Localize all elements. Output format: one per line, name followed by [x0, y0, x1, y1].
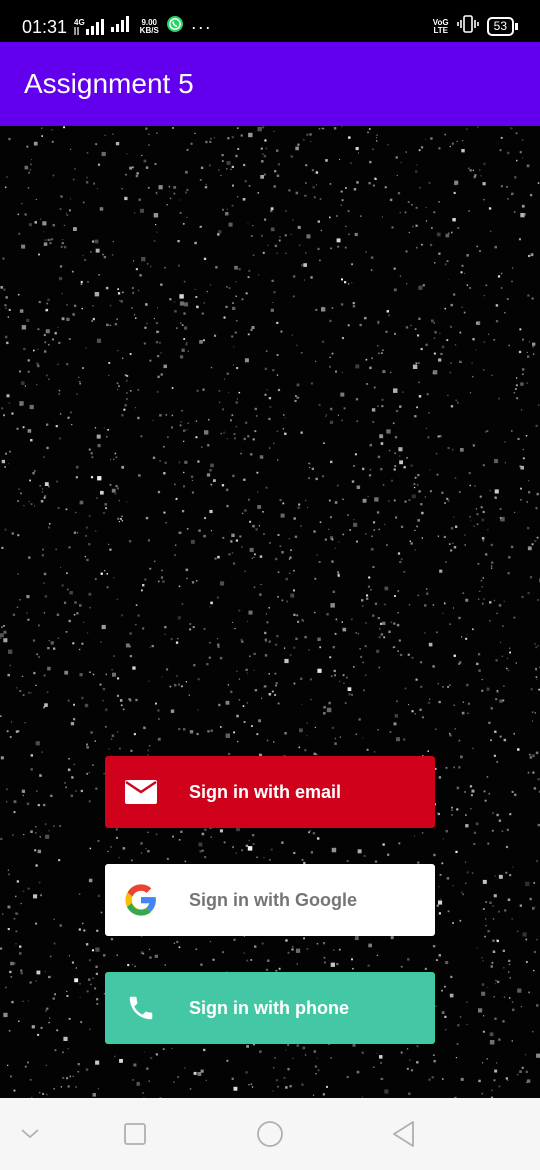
recents-icon[interactable] [117, 1116, 153, 1152]
back-icon[interactable] [386, 1116, 422, 1152]
system-nav-bar [0, 1098, 540, 1170]
status-bar: 01:31 4G 9.00 KB/S ··· VoG LTE 53 [0, 0, 540, 42]
sign-in-email-button[interactable]: Sign in with email [105, 756, 435, 828]
vibrate-icon [456, 15, 479, 38]
starry-background [0, 126, 540, 1098]
volte-icon: VoG LTE [432, 17, 449, 35]
network-speed: 9.00 KB/S [139, 18, 159, 35]
phone-icon [123, 990, 159, 1026]
signal-4g-icon: 4G [74, 17, 104, 35]
sign-in-google-button[interactable]: Sign in with Google [105, 864, 435, 936]
network-badge: 4G [74, 17, 85, 27]
google-icon [123, 882, 159, 918]
battery-level: 53 [486, 17, 514, 36]
sign-in-phone-label: Sign in with phone [189, 998, 349, 1018]
star-field [0, 126, 540, 1098]
status-icons-left: 4G 9.00 KB/S ··· [74, 15, 212, 38]
sign-in-google-label: Sign in with Google [189, 890, 357, 910]
app-bar: Assignment 5 [0, 42, 540, 126]
email-icon [123, 774, 159, 810]
whatsapp-icon [166, 15, 184, 38]
chevron-down-icon[interactable] [12, 1116, 48, 1152]
sign-in-phone-button[interactable]: Sign in with phone [105, 972, 435, 1044]
page-title: Assignment 5 [24, 68, 194, 99]
sign-in-email-label: Sign in with email [189, 782, 342, 802]
battery-icon: 53 [486, 17, 518, 36]
status-time: 01:31 [22, 17, 68, 37]
more-notifications-icon: ··· [190, 16, 212, 37]
speed-unit: KB/S [139, 25, 159, 35]
status-icons-right: VoG LTE 53 [433, 15, 518, 38]
home-icon[interactable] [252, 1116, 288, 1152]
signal-icon [110, 16, 133, 37]
